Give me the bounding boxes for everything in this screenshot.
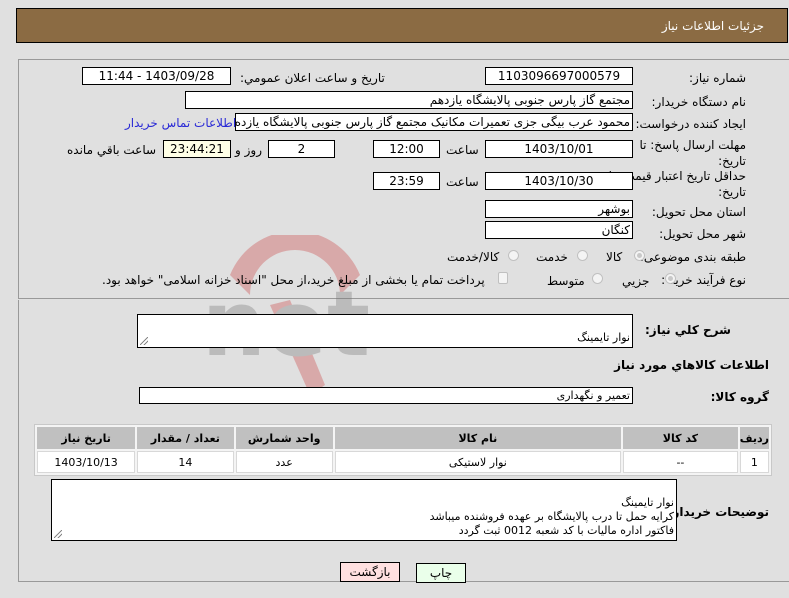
remaining-time-label: ساعت باقي مانده <box>67 143 157 157</box>
description-label: شرح كلي نياز: <box>645 323 731 337</box>
remaining-time-field: 23:44:21 <box>163 140 231 158</box>
page-title: جزئیات اطلاعات نیاز <box>661 19 764 33</box>
category-label: طبقه بندی موضوعی: <box>639 250 746 264</box>
col-goods-code: کد کالا <box>623 427 738 449</box>
description-textarea[interactable]: نوار تایمینگ <box>137 314 633 348</box>
category-option-goods: کالا <box>606 250 623 264</box>
requester-label: ايجاد كننده درخواست: <box>635 117 746 131</box>
buyer-org-field: مجتمع گاز پارس جنوبی پالایشگاه یازدهم <box>185 91 633 109</box>
delivery-city-field: کنگان <box>485 221 633 239</box>
col-need-date: تاریخ نیاز <box>37 427 136 449</box>
purchase-radio-medium[interactable] <box>592 273 603 284</box>
cell-quantity: 14 <box>137 451 234 473</box>
price-validity-time-label: ساعت <box>446 175 479 189</box>
buyer-notes-textarea[interactable]: نوار تایمینگ کرایه حمل تا درب پالایشگاه … <box>51 479 677 541</box>
response-date-field: 1403/10/01 <box>485 140 633 158</box>
table-row: 1 -- نوار لاستیکی عدد 14 1403/10/13 <box>37 451 769 473</box>
days-label: روز و <box>235 143 262 157</box>
col-quantity: تعداد / مقدار <box>137 427 234 449</box>
col-goods-name: نام کالا <box>334 427 622 449</box>
treasury-note: پرداخت تمام یا بخشی از مبلغ خرید،از محل … <box>102 273 485 287</box>
print-button[interactable]: چاپ <box>416 563 466 583</box>
response-time-label: ساعت <box>446 143 479 157</box>
response-deadline-label: مهلت ارسال پاسخ: تا تاریخ: <box>639 138 746 168</box>
requester-field: محمود عرب بیگی جزی تعمیرات مکانیک مجتمع … <box>235 113 633 131</box>
buyer-notes-text: نوار تایمینگ کرایه حمل تا درب پالایشگاه … <box>429 496 674 537</box>
need-number-label: شماره نیاز: <box>689 71 746 85</box>
table-header-row: رديف کد کالا نام کالا واحد شمارش تعداد /… <box>37 427 769 449</box>
category-option-goods-service: کالا/خدمت <box>447 250 500 264</box>
category-radio-service[interactable] <box>577 250 588 261</box>
cell-goods-name: نوار لاستیکی <box>334 451 622 473</box>
cell-goods-code: -- <box>623 451 738 473</box>
category-radio-goods-service[interactable] <box>508 250 519 261</box>
buyer-org-label: نام دستگاه خريدار: <box>651 95 747 109</box>
category-radio-goods[interactable] <box>634 250 645 261</box>
cell-unit: عدد <box>235 451 333 473</box>
col-row-number: رديف <box>739 427 769 449</box>
delivery-province-field: بوشهر <box>485 200 633 218</box>
col-unit: واحد شمارش <box>235 427 333 449</box>
remaining-days-field: 2 <box>268 140 335 158</box>
announce-datetime-label: تاریخ و ساعت اعلان عمومي: <box>240 71 385 85</box>
resize-grip-icon[interactable] <box>140 337 148 345</box>
goods-group-field: تعمیر و نگهداری <box>139 387 633 404</box>
resize-grip-icon[interactable] <box>54 530 62 538</box>
price-validity-date-field: 1403/10/30 <box>485 172 633 190</box>
delivery-province-label: استان محل تحویل: <box>651 205 746 219</box>
description-text: نوار تایمینگ <box>577 331 630 344</box>
category-option-service: خدمت <box>536 250 568 264</box>
treasury-checkbox[interactable] <box>498 272 508 284</box>
goods-table: رديف کد کالا نام کالا واحد شمارش تعداد /… <box>34 424 772 476</box>
buyer-contact-link[interactable]: اطلاعات تماس خریدار <box>125 116 236 130</box>
response-time-field: 12:00 <box>373 140 440 158</box>
buyer-notes-label: توضیحات خریدار: <box>667 505 769 519</box>
purchase-option-minor: جزیي <box>622 274 650 288</box>
back-button[interactable]: بازگشت <box>340 562 400 582</box>
cell-need-date: 1403/10/13 <box>37 451 136 473</box>
goods-group-label: گروه کالا: <box>710 390 769 404</box>
purchase-radio-minor[interactable] <box>665 273 676 284</box>
goods-section-title: اطلاعات كالاهاي مورد نياز <box>614 358 769 372</box>
announce-datetime-field: 1403/09/28 - 11:44 <box>82 67 231 85</box>
cell-row-number: 1 <box>739 451 769 473</box>
delivery-city-label: شهر محل تحویل: <box>659 227 746 241</box>
price-validity-time-field: 23:59 <box>373 172 440 190</box>
purchase-option-medium: متوسط <box>547 274 585 288</box>
need-number-field: 1103096697000579 <box>485 67 633 85</box>
page-header: جزئیات اطلاعات نیاز <box>16 8 788 43</box>
